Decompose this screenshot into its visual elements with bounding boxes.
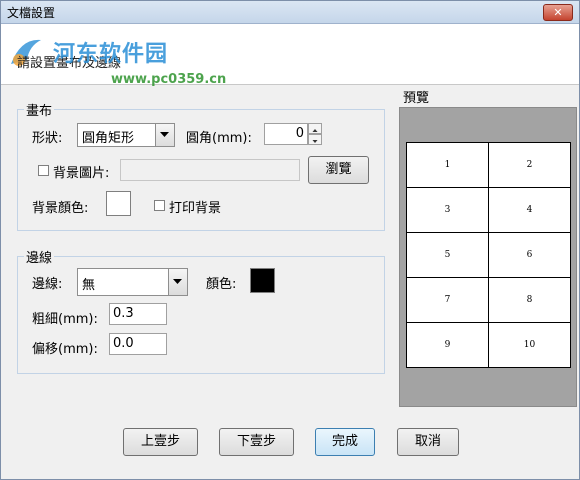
border-group: 邊線 邊線: 無 顏色: 粗細(mm): 0.3 偏移(mm): 0.0: [17, 247, 385, 374]
corner-radius-spinner: [308, 123, 322, 145]
print-bg-label: 打印背景: [169, 201, 222, 216]
watermark-text: 河东软件园: [53, 42, 169, 67]
chevron-down-icon: [312, 140, 318, 143]
bg-color-label: 背景顏色:: [32, 201, 89, 216]
preview-cell: 5: [406, 232, 489, 278]
preview-cell: 4: [487, 187, 572, 233]
spin-down-button[interactable]: [308, 134, 322, 145]
preview-cell: 2: [487, 142, 572, 188]
preview-grid: 1 2 3 4 5 6 7 8 9 10: [406, 142, 572, 368]
border-color-swatch[interactable]: [250, 268, 275, 293]
thickness-input[interactable]: 0.3: [109, 303, 167, 325]
corner-radius-input[interactable]: 0: [264, 123, 308, 145]
previous-step-button[interactable]: 上壹步: [123, 428, 198, 456]
spin-up-button[interactable]: [308, 123, 322, 134]
preview-cell: 6: [487, 232, 572, 278]
border-style-dropdown-button[interactable]: [168, 269, 187, 295]
preview-panel: 1 2 3 4 5 6 7 8 9 10: [399, 107, 577, 407]
shape-label: 形狀:: [32, 131, 63, 146]
shape-select[interactable]: 圓角矩形: [77, 123, 175, 147]
preview-cell: 7: [406, 277, 489, 323]
finish-button[interactable]: 完成: [315, 428, 375, 456]
thickness-label: 粗細(mm):: [32, 312, 98, 327]
offset-input[interactable]: 0.0: [109, 333, 167, 355]
title-bar: 文檔設置 ✕: [1, 1, 579, 24]
corner-radius-label: 圓角(mm):: [186, 131, 252, 146]
preview-group-legend: 預覽: [401, 87, 432, 106]
border-group-legend: 邊線: [24, 247, 55, 266]
border-color-label: 顏色:: [206, 277, 237, 292]
preview-row: 7 8: [406, 277, 572, 323]
chevron-down-icon: [173, 279, 182, 284]
preview-row: 9 10: [406, 322, 572, 368]
watermark-url: www.pc0359.cn: [111, 72, 227, 87]
preview-cell: 9: [406, 322, 489, 368]
preview-row: 5 6: [406, 232, 572, 278]
border-style-select-value: 無: [82, 278, 96, 293]
preview-cell: 10: [487, 322, 572, 368]
browse-button[interactable]: 瀏覽: [308, 156, 369, 184]
canvas-group: 畫布 形狀: 圓角矩形 圓角(mm): 0 背景圖片: 瀏覽 背景顏色: 打印背…: [17, 100, 385, 231]
document-settings-dialog: 文檔設置 ✕ 請設置畫布及邊線 河东软件园 www.pc0359.cn 畫布 形…: [0, 0, 580, 480]
preview-row: 1 2: [406, 142, 572, 188]
preview-cell: 1: [406, 142, 489, 188]
window-title: 文檔設置: [7, 6, 56, 20]
preview-cell: 3: [406, 187, 489, 233]
header-banner: 請設置畫布及邊線 河东软件园 www.pc0359.cn: [1, 24, 579, 87]
next-step-button[interactable]: 下壹步: [219, 428, 294, 456]
offset-label: 偏移(mm):: [32, 342, 98, 357]
bg-image-label: 背景圖片:: [53, 166, 110, 181]
canvas-group-legend: 畫布: [24, 100, 55, 119]
cancel-button[interactable]: 取消: [397, 428, 459, 456]
print-bg-checkbox[interactable]: [154, 200, 165, 211]
bg-image-path-field[interactable]: [120, 159, 300, 181]
chevron-down-icon: [160, 132, 169, 137]
close-button[interactable]: ✕: [543, 4, 573, 21]
bg-image-checkbox[interactable]: [38, 165, 49, 176]
preview-row: 3 4: [406, 187, 572, 233]
shape-select-value: 圓角矩形: [82, 131, 135, 146]
bg-color-swatch[interactable]: [106, 191, 131, 216]
border-style-label: 邊線:: [32, 277, 63, 292]
preview-cell: 8: [487, 277, 572, 323]
border-style-select[interactable]: 無: [77, 268, 188, 296]
shape-dropdown-button[interactable]: [155, 124, 174, 146]
